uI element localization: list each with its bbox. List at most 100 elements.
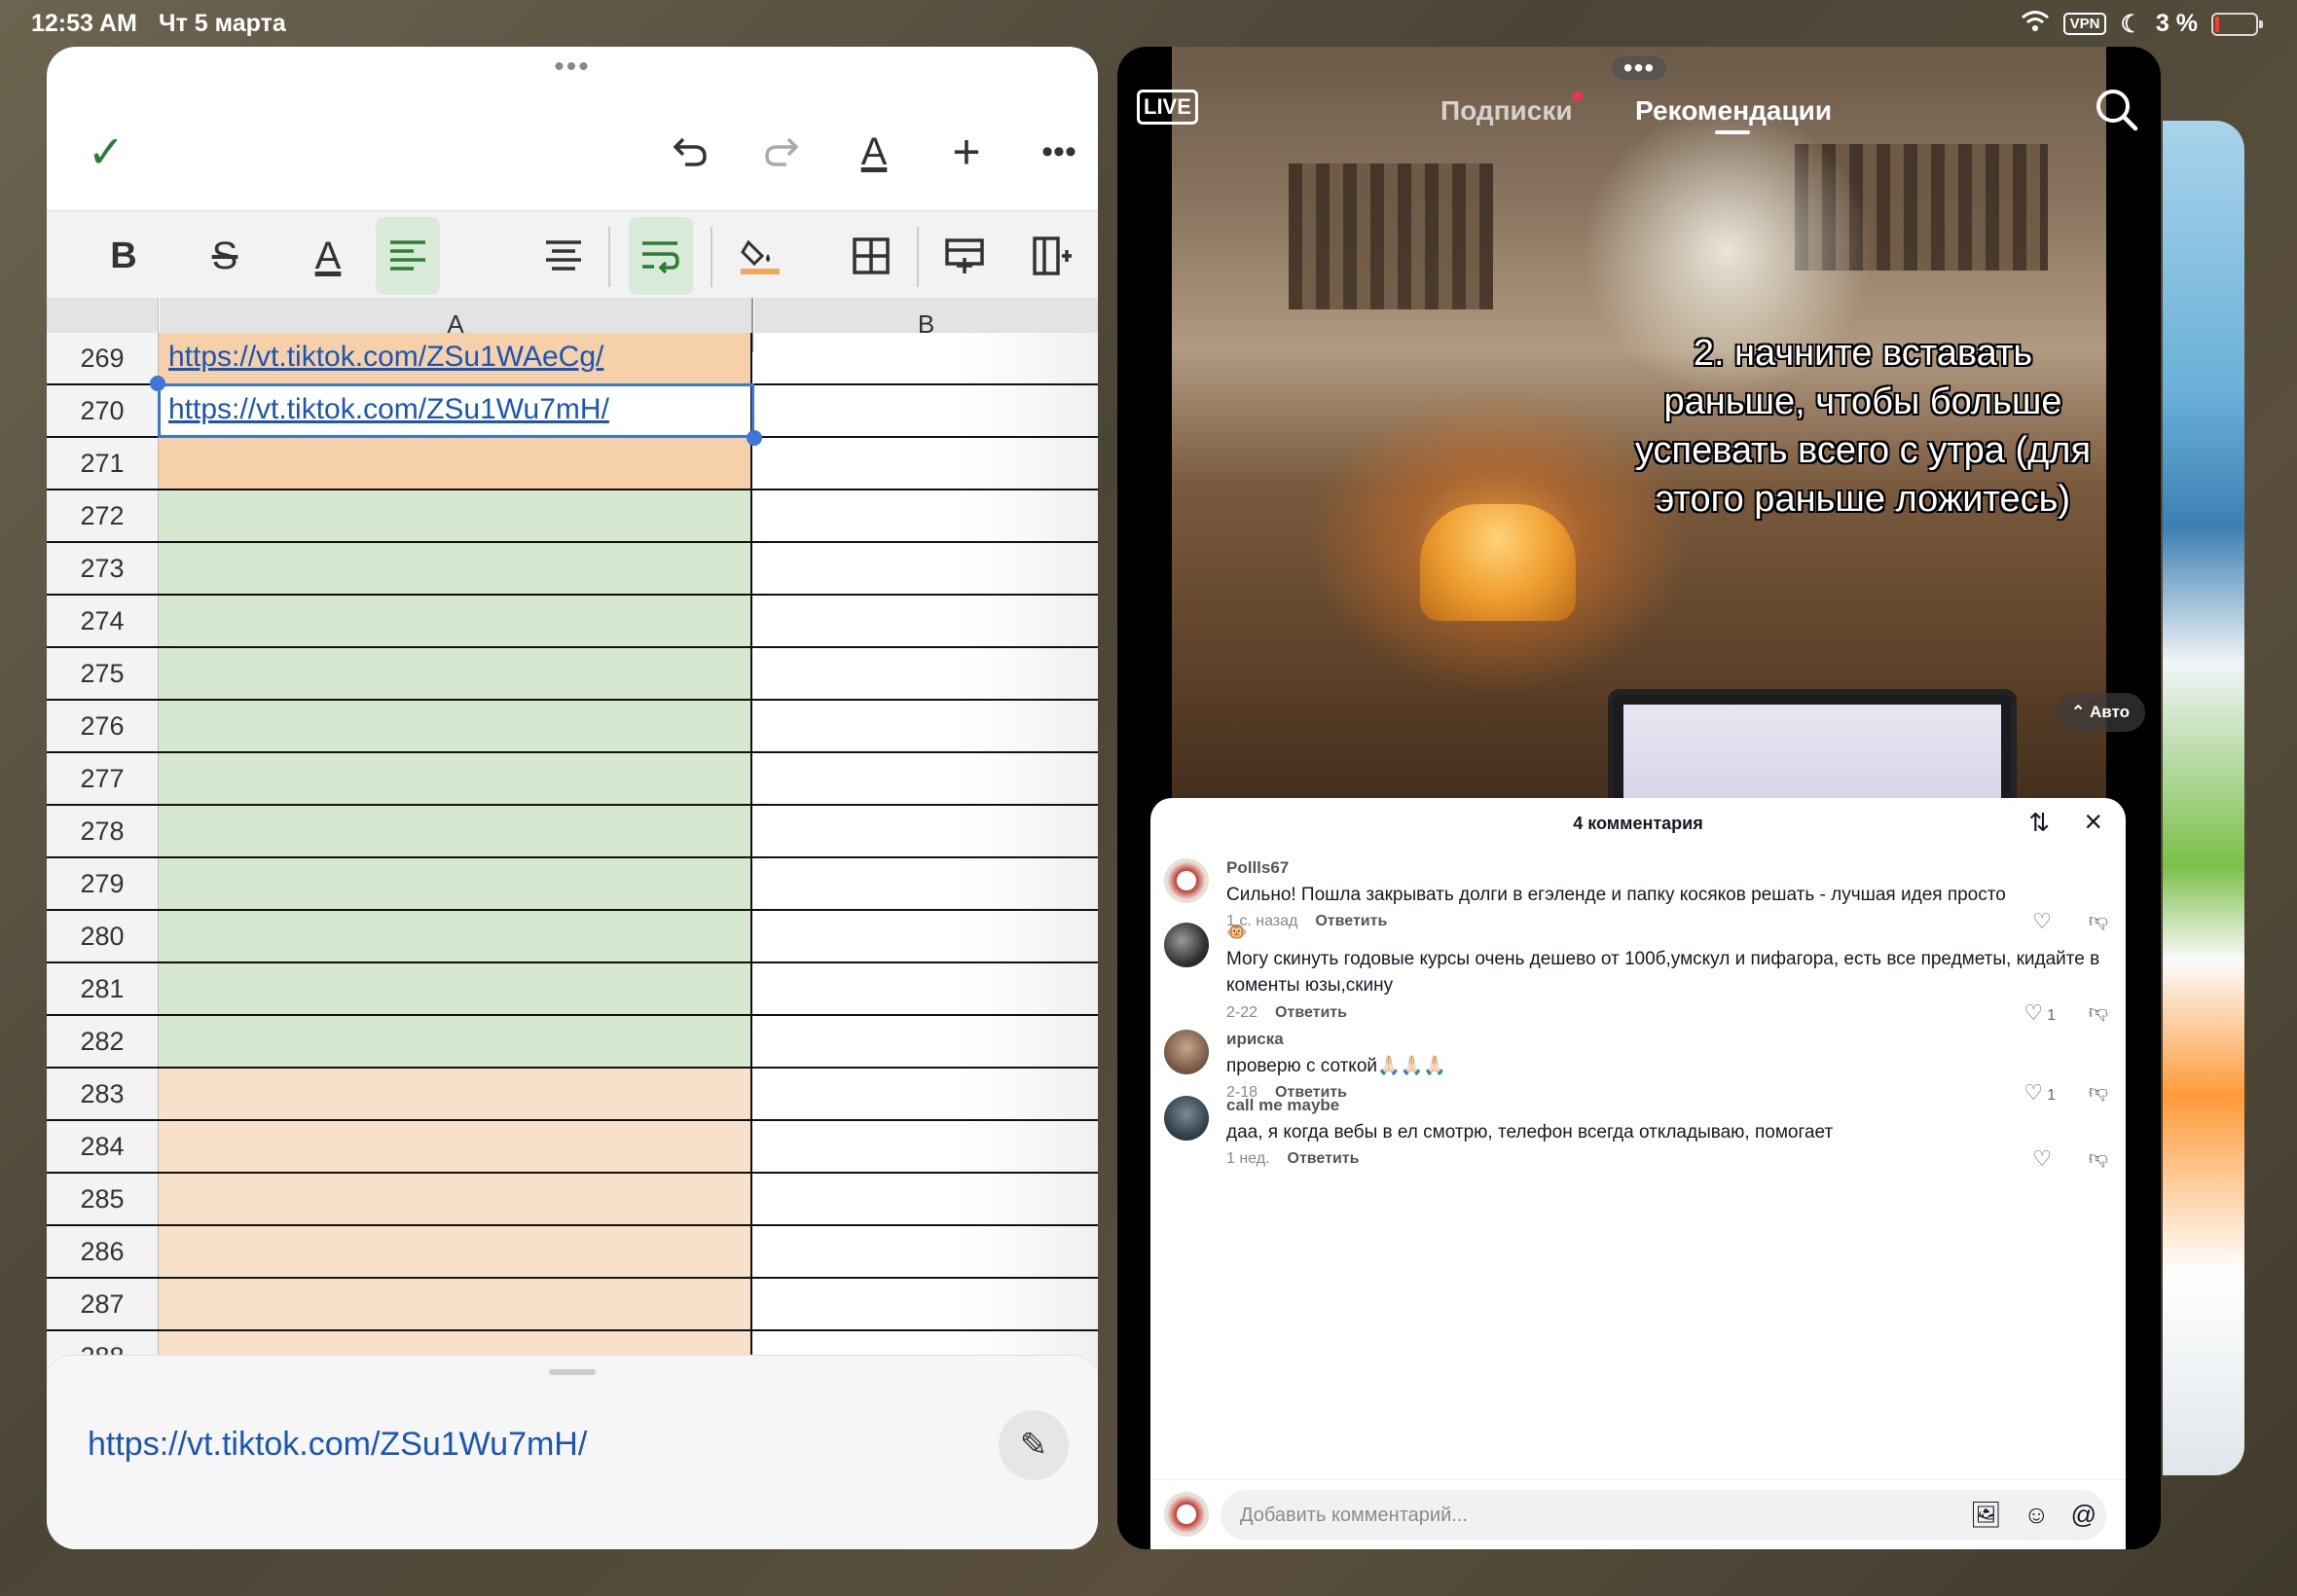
cell-b[interactable] (754, 648, 1098, 699)
cell-b[interactable] (754, 596, 1098, 646)
align-center-button[interactable] (531, 217, 596, 295)
cell-a[interactable] (159, 1121, 752, 1172)
comment-username[interactable]: 🐵 (1226, 923, 1247, 942)
row-number[interactable]: 274 (47, 596, 159, 646)
cell-b[interactable] (754, 1016, 1098, 1067)
emoji-icon[interactable]: ☺ (2024, 1500, 2050, 1530)
reply-button[interactable]: Ответить (1275, 1004, 1347, 1021)
edit-pencil-button[interactable]: ✎ (999, 1410, 1069, 1480)
row-number[interactable]: 275 (47, 648, 159, 699)
cell-a[interactable] (159, 438, 752, 489)
row-number[interactable]: 276 (47, 701, 159, 751)
undo-button[interactable] (656, 105, 724, 199)
done-check-button[interactable]: ✓ (72, 105, 140, 199)
avatar[interactable] (1164, 858, 1209, 903)
sort-comments-button[interactable]: ⇅ (2028, 808, 2050, 838)
row-number[interactable]: 285 (47, 1174, 159, 1224)
cell-b[interactable] (754, 753, 1098, 804)
comment-username[interactable]: call me maybe (1226, 1096, 1339, 1115)
redo-button[interactable] (747, 105, 816, 199)
avatar[interactable] (1164, 1096, 1209, 1141)
cell-a[interactable]: https://vt.tiktok.com/ZSu1WAeCg/ (159, 333, 752, 383)
spreadsheet-grid[interactable]: A B 269 https://vt.tiktok.com/ZSu1WAeCg/2… (47, 298, 1098, 1401)
avatar[interactable] (1164, 923, 1209, 967)
insert-row-button[interactable] (932, 217, 997, 295)
auto-scroll-button[interactable]: ⌃ Авто (2056, 693, 2145, 732)
fill-color-button[interactable] (728, 217, 792, 295)
cell-b[interactable] (754, 438, 1098, 489)
row-number[interactable]: 278 (47, 806, 159, 856)
more-options-button[interactable]: ••• (1025, 105, 1093, 199)
row-number[interactable]: 271 (47, 438, 159, 489)
cell-b[interactable] (754, 385, 1098, 436)
dislike-button[interactable]: 👎︎ (2089, 1146, 2108, 1170)
row-number[interactable]: 273 (47, 543, 159, 594)
dislike-button[interactable]: 👎︎ (2089, 1000, 2108, 1024)
cell-a[interactable] (159, 1174, 752, 1224)
bold-button[interactable]: B (91, 217, 156, 295)
cell-a[interactable] (159, 753, 752, 804)
cell-a[interactable] (159, 1016, 752, 1067)
row-number[interactable]: 269 (47, 333, 159, 383)
window-menu-dots[interactable]: ••• (554, 53, 591, 82)
cell-value-text[interactable]: https://vt.tiktok.com/ZSu1Wu7mH/ (88, 1426, 587, 1464)
strikethrough-button[interactable]: S (193, 217, 257, 295)
tab-recommended[interactable]: Рекомендации (1635, 95, 1832, 127)
comment-username[interactable]: ириска (1226, 1030, 1284, 1049)
cell-a[interactable] (159, 543, 752, 594)
cell-b[interactable] (754, 911, 1098, 961)
cell-a[interactable] (159, 1226, 752, 1277)
cell-b[interactable] (754, 701, 1098, 751)
background-app-card[interactable] (2163, 121, 2244, 1475)
dislike-button[interactable]: 👎︎ (2089, 1080, 2108, 1104)
row-number[interactable]: 270 (47, 385, 159, 436)
wrap-text-button[interactable] (629, 217, 693, 295)
row-number[interactable]: 287 (47, 1279, 159, 1329)
like-button[interactable]: ♡ (2032, 1146, 2056, 1172)
cell-b[interactable] (754, 806, 1098, 856)
cell-b[interactable] (754, 1121, 1098, 1172)
row-number[interactable]: 284 (47, 1121, 159, 1172)
cell-b[interactable] (754, 1226, 1098, 1277)
text-format-button[interactable]: A (840, 105, 908, 199)
close-comments-button[interactable]: × (2084, 804, 2102, 840)
row-number[interactable]: 272 (47, 490, 159, 541)
row-number[interactable]: 283 (47, 1069, 159, 1119)
cell-b[interactable] (754, 858, 1098, 909)
cell-b[interactable] (754, 333, 1098, 383)
insert-plus-button[interactable]: + (932, 105, 1001, 199)
cell-link[interactable]: https://vt.tiktok.com/ZSu1Wu7mH/ (168, 393, 609, 426)
panel-drag-handle[interactable] (549, 1369, 596, 1375)
my-avatar[interactable] (1164, 1492, 1209, 1537)
cell-link[interactable]: https://vt.tiktok.com/ZSu1WAeCg/ (168, 341, 603, 374)
cell-a[interactable] (159, 806, 752, 856)
row-number[interactable]: 281 (47, 963, 159, 1014)
cell-b[interactable] (754, 1279, 1098, 1329)
search-button[interactable] (2093, 86, 2141, 134)
image-icon[interactable]: 🖼 (1970, 1500, 2002, 1530)
like-button[interactable]: ♡ (2032, 909, 2056, 934)
borders-button[interactable] (839, 217, 903, 295)
reply-button[interactable]: Ответить (1288, 1150, 1360, 1167)
like-button[interactable]: ♡ 1 (2024, 1000, 2056, 1026)
row-number[interactable]: 282 (47, 1016, 159, 1067)
cell-a[interactable] (159, 648, 752, 699)
cell-a[interactable]: https://vt.tiktok.com/ZSu1Wu7mH/ (159, 385, 752, 436)
avatar[interactable] (1164, 1030, 1209, 1074)
row-number[interactable]: 280 (47, 911, 159, 961)
row-number[interactable]: 277 (47, 753, 159, 804)
text-color-button[interactable]: A (296, 217, 360, 295)
selection-handle-bottom[interactable] (747, 430, 762, 446)
cell-a[interactable] (159, 1279, 752, 1329)
selection-handle-top[interactable] (150, 376, 165, 391)
reply-button[interactable]: Ответить (1315, 913, 1387, 929)
row-number[interactable]: 286 (47, 1226, 159, 1277)
cell-a[interactable] (159, 911, 752, 961)
cell-a[interactable] (159, 963, 752, 1014)
mention-icon[interactable]: @ (2071, 1500, 2096, 1530)
insert-column-button[interactable] (1020, 217, 1084, 295)
cell-b[interactable] (754, 543, 1098, 594)
live-icon[interactable]: LIVE (1137, 90, 1198, 125)
like-button[interactable]: ♡ 1 (2024, 1080, 2056, 1106)
window-menu-dots[interactable]: ••• (1611, 54, 1667, 82)
